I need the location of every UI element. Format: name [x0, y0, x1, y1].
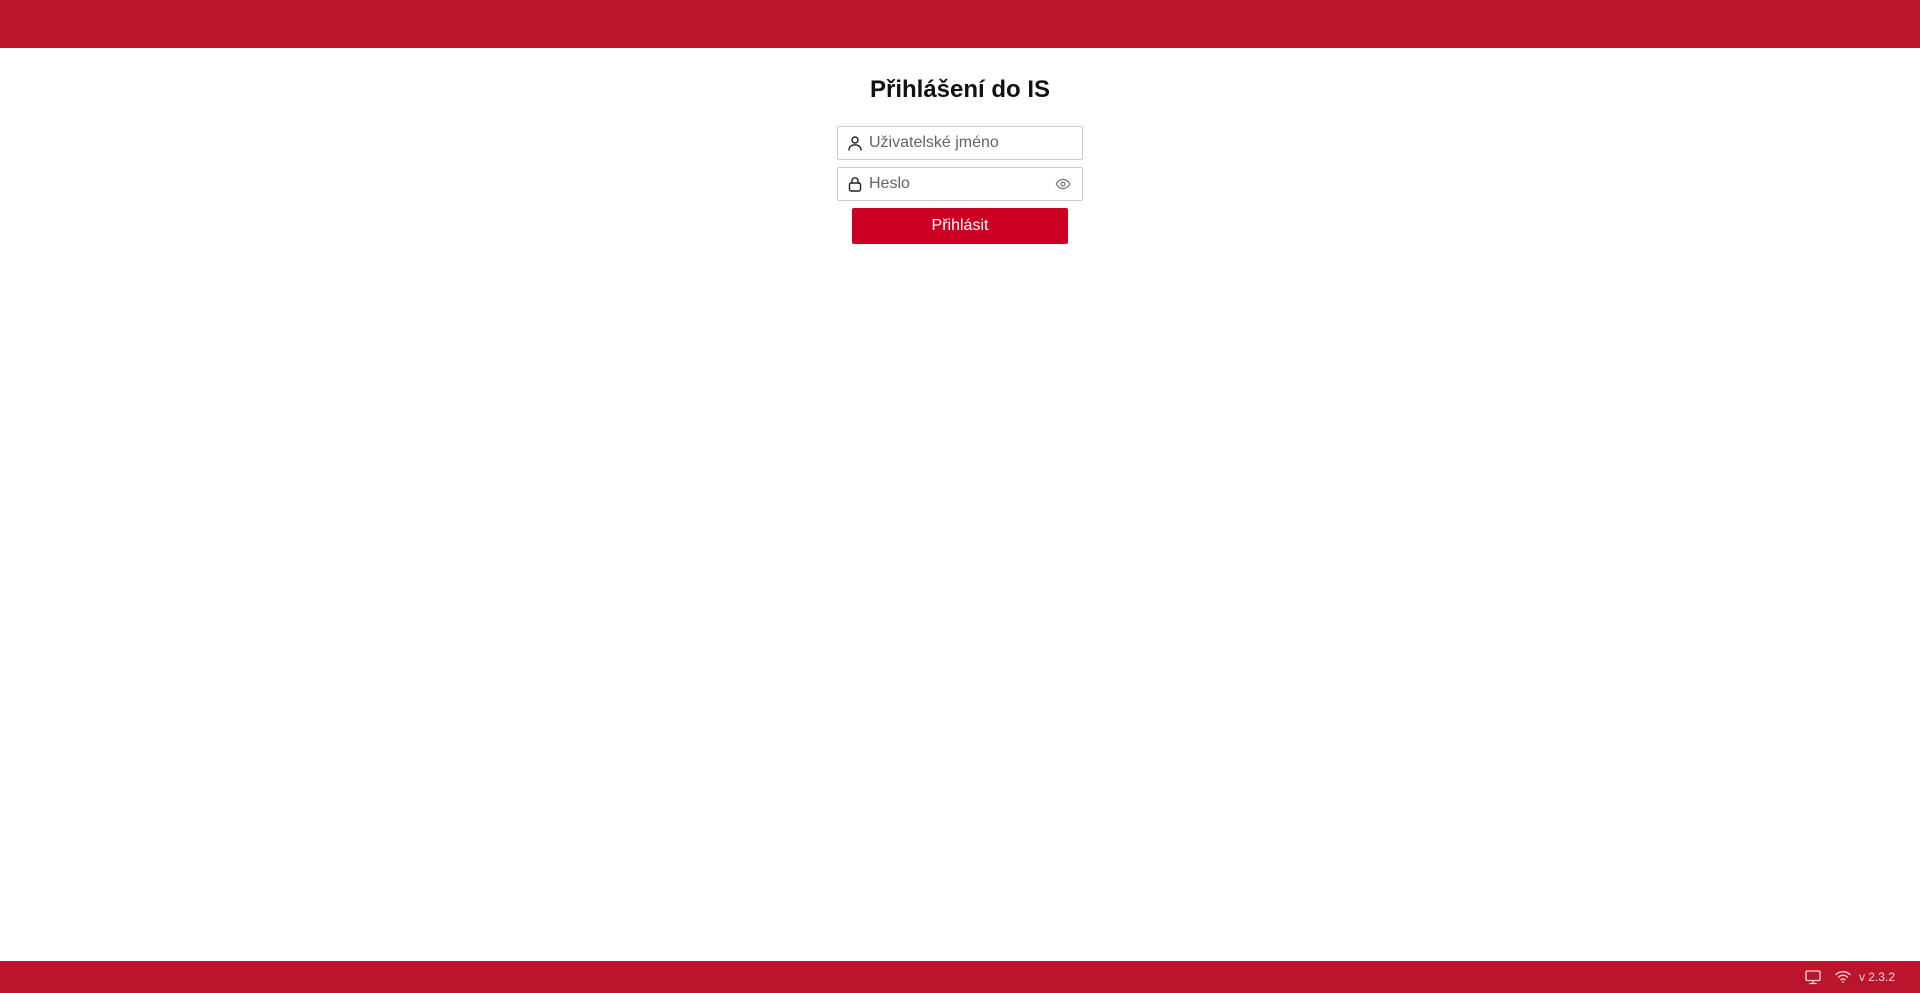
lock-icon — [845, 174, 865, 194]
version-label: v 2.3.2 — [1858, 970, 1895, 984]
login-page: Přihlášení do IS Přihlásit — [0, 48, 1920, 961]
wifi-icon — [1833, 967, 1853, 987]
username-input[interactable] — [869, 128, 1082, 158]
top-header-bar — [0, 0, 1920, 48]
page-title: Přihlášení do IS — [869, 76, 1051, 103]
eye-icon[interactable] — [1052, 173, 1074, 195]
username-field[interactable] — [837, 126, 1083, 160]
password-input[interactable] — [869, 169, 1052, 199]
monitor-icon — [1803, 967, 1823, 987]
footer-bar: v 2.3.2 — [0, 961, 1920, 993]
user-icon — [845, 133, 865, 153]
status-area: v 2.3.2 — [1803, 961, 1895, 993]
password-field[interactable] — [837, 167, 1083, 201]
login-button[interactable]: Přihlásit — [852, 208, 1068, 244]
